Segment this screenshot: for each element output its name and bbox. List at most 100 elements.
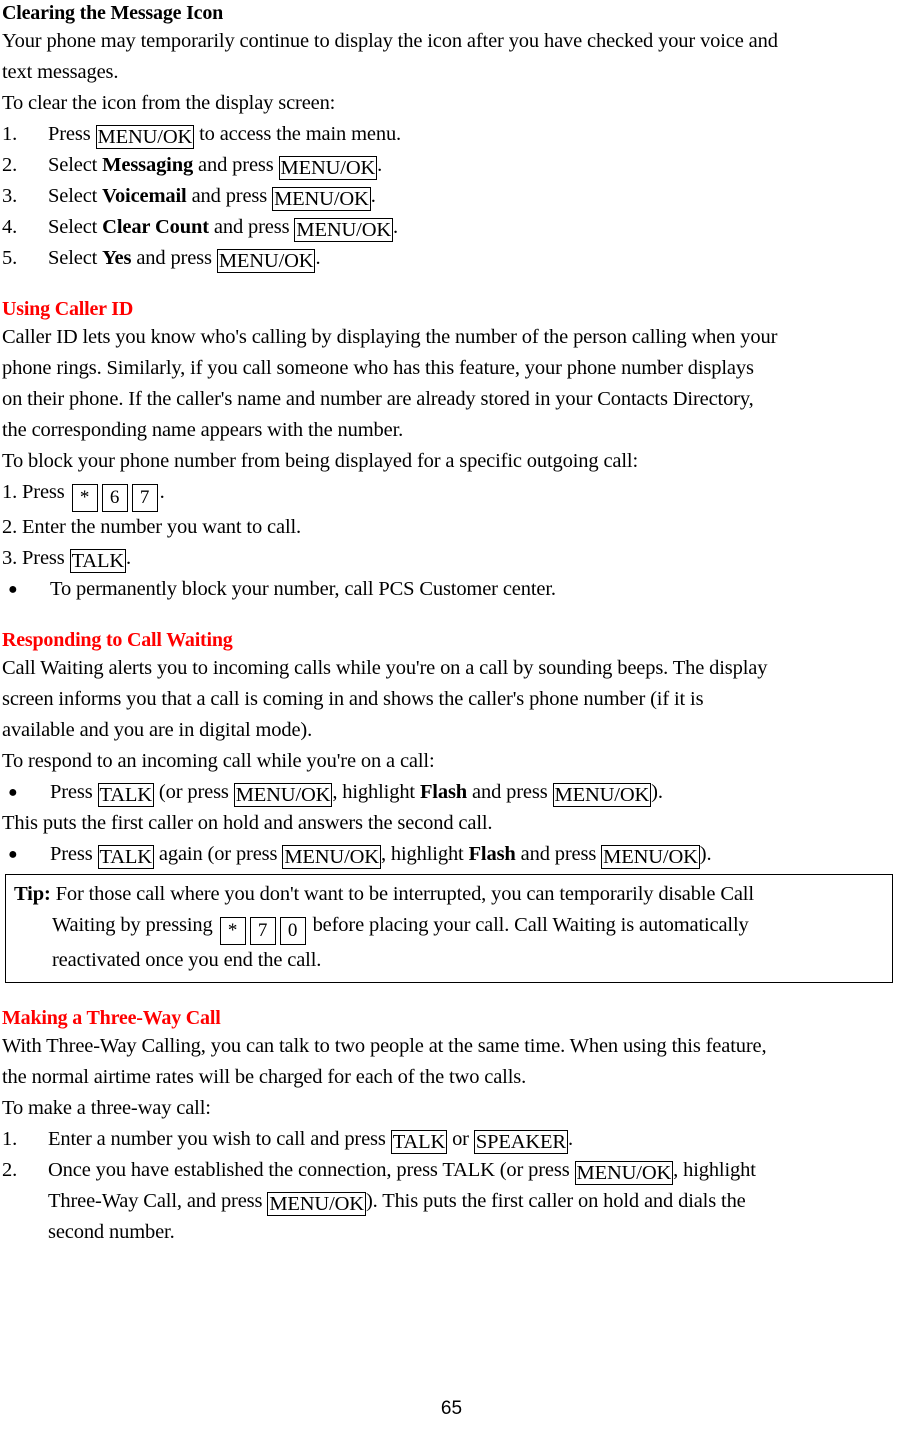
page-number: 65 xyxy=(440,1398,463,1419)
step-text: . xyxy=(567,1128,573,1150)
list-marker: 2. xyxy=(2,154,18,176)
step-text-pre: 1. Press xyxy=(2,481,65,503)
heading-making-a-three-way-call: Making a Three-Way Call xyxy=(2,1007,221,1029)
paragraph-intro-line-1: Your phone may temporarily continue to d… xyxy=(2,30,778,52)
step-text-pre: Select xyxy=(48,247,103,269)
list-item-content: Enter a number you wish to call and pres… xyxy=(48,1124,897,1155)
step-text-post: . xyxy=(159,481,165,503)
menu-item-voicemail: Voicemail xyxy=(102,185,187,207)
key-talk[interactable]: TALK xyxy=(97,783,154,807)
step-text: , highlight xyxy=(380,843,469,865)
step-text: (or press xyxy=(153,781,234,803)
list-item: 4. Select Clear Count and press MENU/OK. xyxy=(2,212,897,243)
key-menu-ok[interactable]: MENU/OK xyxy=(574,1161,674,1185)
bullet-icon: ● xyxy=(8,581,18,598)
step-text-pre: Select xyxy=(48,154,103,176)
paragraph-line: Caller ID lets you know who's calling by… xyxy=(2,326,778,348)
list-item: 2. Enter the number you want to call. xyxy=(2,516,302,538)
bullet-text: Press TALK (or press MENU/OK, highlight … xyxy=(50,777,897,808)
step-text: , highlight xyxy=(332,781,420,803)
step-text: ). xyxy=(651,781,663,803)
step-text-pre: Select xyxy=(48,216,103,238)
paragraph-line: the normal airtime rates will be charged… xyxy=(2,1066,527,1088)
paragraph-line: To make a three-way call: xyxy=(2,1097,211,1119)
key-menu-ok[interactable]: MENU/OK xyxy=(552,783,652,807)
step-text-post: . xyxy=(125,547,131,569)
tip-line-2: Waiting by pressing * 7 0 before placing y… xyxy=(14,910,884,945)
bullet-text: Press TALK again (or press MENU/OK, high… xyxy=(50,839,897,870)
paragraph-line: screen informs you that a call is coming… xyxy=(2,688,704,710)
list-item: ● To permanently block your number, call… xyxy=(2,574,897,605)
menu-item-messaging: Messaging xyxy=(102,154,194,176)
step-text: ). This puts the first caller on hold an… xyxy=(365,1190,746,1212)
menu-item-yes: Yes xyxy=(102,247,132,269)
step-text: and press xyxy=(467,781,553,803)
step-text-post: to access the main menu. xyxy=(194,123,402,145)
key-menu-ok[interactable]: MENU/OK xyxy=(216,249,316,273)
key-talk[interactable]: TALK xyxy=(69,549,126,573)
list-item: 1. Press MENU/OK to access the main menu… xyxy=(2,119,897,150)
key-menu-ok[interactable]: MENU/OK xyxy=(233,783,333,807)
heading-using-caller-id: Using Caller ID xyxy=(2,298,134,320)
list-marker: 1. xyxy=(2,1128,18,1150)
key-menu-ok[interactable]: MENU/OK xyxy=(278,156,378,180)
key-menu-ok[interactable]: MENU/OK xyxy=(282,845,381,869)
step-text-post: . xyxy=(377,154,383,176)
step-text-mid: and press xyxy=(193,154,279,176)
tip-line-1: Tip: For those call where you don't want… xyxy=(14,879,884,910)
step-text-pre: 3. Press xyxy=(2,547,70,569)
key-menu-ok[interactable]: MENU/OK xyxy=(294,218,394,242)
step-text: Press xyxy=(50,843,98,865)
list-item: ● Press TALK again (or press MENU/OK, hi… xyxy=(2,839,897,870)
key-talk[interactable]: TALK xyxy=(390,1130,448,1154)
key-menu-ok[interactable]: MENU/OK xyxy=(601,845,700,869)
list-item: 3. Select Voicemail and press MENU/OK. xyxy=(2,181,897,212)
paragraph-line: This puts the first caller on hold and a… xyxy=(2,812,493,834)
tip-label: Tip: xyxy=(14,883,51,905)
paragraph-line: the corresponding name appears with the … xyxy=(2,419,404,441)
bullet-text: To permanently block your number, call P… xyxy=(50,578,556,600)
key-menu-ok[interactable]: MENU/OK xyxy=(95,125,195,149)
paragraph-line: phone rings. Similarly, if you call some… xyxy=(2,357,754,379)
paragraph-line: With Three-Way Calling, you can talk to … xyxy=(2,1035,767,1057)
list-marker: 4. xyxy=(2,216,18,238)
tip-text: For those call where you don't want to b… xyxy=(50,883,754,905)
step-text-mid: and press xyxy=(131,247,217,269)
list-item-content: Once you have established the connection… xyxy=(48,1155,897,1248)
key-talk[interactable]: TALK xyxy=(97,845,154,869)
list-item-content: Select Clear Count and press MENU/OK. xyxy=(48,212,897,243)
step-text: and press xyxy=(515,843,602,865)
key-zero[interactable]: 0 xyxy=(279,917,306,945)
paragraph-line: To respond to an incoming call while you… xyxy=(2,750,435,772)
list-item: 1. Press * 6 7. xyxy=(2,477,897,512)
paragraph-line: available and you are in digital mode). xyxy=(2,719,313,741)
list-item: 2. Select Messaging and press MENU/OK. xyxy=(2,150,897,181)
key-star[interactable]: * xyxy=(219,917,246,945)
paragraph-line: To block your phone number from being di… xyxy=(2,450,639,472)
menu-item-flash: Flash xyxy=(468,843,516,865)
step-text: second number. xyxy=(48,1221,175,1243)
tip-text-post: before placing your call. Call Waiting i… xyxy=(307,914,749,936)
list-item: 1. Enter a number you wish to call and p… xyxy=(2,1124,897,1155)
key-menu-ok[interactable]: MENU/OK xyxy=(272,187,371,211)
list-item: 3. Press TALK. xyxy=(2,543,897,574)
key-menu-ok[interactable]: MENU/OK xyxy=(267,1192,366,1216)
step-text: ). xyxy=(699,843,712,865)
list-marker: 1. xyxy=(2,123,18,145)
list-item-content: Select Voicemail and press MENU/OK. xyxy=(48,181,897,212)
key-speaker[interactable]: SPEAKER xyxy=(473,1130,568,1154)
document-page: Clearing the Message Icon Your phone may… xyxy=(0,0,903,1429)
bullet-icon: ● xyxy=(8,846,18,863)
key-six[interactable]: 6 xyxy=(101,484,128,512)
tip-text-pre: Waiting by pressing xyxy=(52,914,213,936)
key-seven[interactable]: 7 xyxy=(131,484,158,512)
step-text: Three-Way Call, and press xyxy=(48,1190,268,1212)
paragraph-intro-line-3: To clear the icon from the display scree… xyxy=(2,92,336,114)
key-star[interactable]: * xyxy=(71,484,98,512)
key-seven[interactable]: 7 xyxy=(249,917,276,945)
list-item: ● Press TALK (or press MENU/OK, highligh… xyxy=(2,777,897,808)
step-text: Press xyxy=(50,781,98,803)
list-marker: 2. xyxy=(2,1159,18,1181)
list-marker: 5. xyxy=(2,247,18,269)
list-item-content: Select Messaging and press MENU/OK. xyxy=(48,150,897,181)
